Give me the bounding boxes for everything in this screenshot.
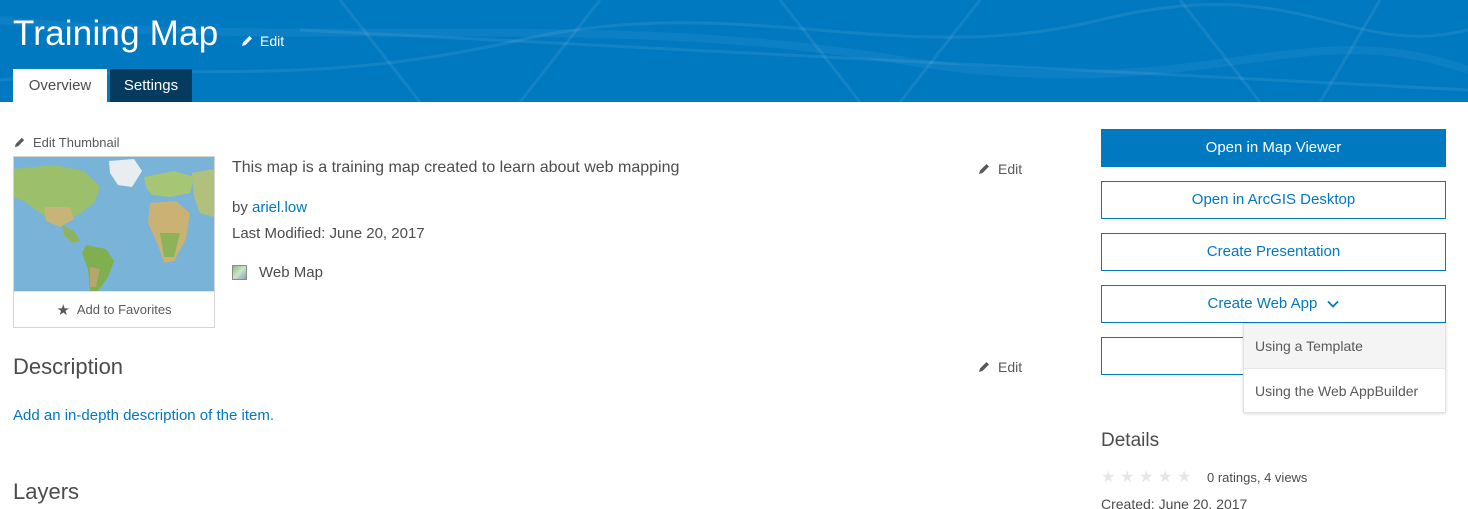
add-description-link[interactable]: Add an in-depth description of the item.	[13, 407, 274, 424]
description-edit-label: Edit	[998, 359, 1023, 375]
add-to-favorites-label: Add to Favorites	[76, 302, 172, 317]
thumbnail-card: ★ Add to Favorites	[13, 156, 215, 328]
add-to-favorites-button[interactable]: ★ Add to Favorites	[14, 291, 214, 327]
menu-item-using-template[interactable]: Using a Template	[1244, 324, 1445, 369]
details-heading: Details	[1101, 430, 1160, 451]
item-type: Web Map	[232, 264, 323, 281]
pencil-icon	[242, 36, 252, 46]
star-icon: ★	[56, 301, 70, 319]
page-header: Training Map Edit Overview Settings	[0, 0, 1468, 102]
edit-thumbnail-button[interactable]: Edit Thumbnail	[13, 135, 119, 150]
tab-settings[interactable]: Settings	[110, 69, 192, 102]
web-map-icon	[232, 265, 247, 280]
owner-byline: by ariel.low	[232, 199, 307, 216]
layers-heading: Layers	[13, 479, 80, 504]
map-thumbnail-image	[14, 157, 214, 291]
header-map-background	[0, 0, 1468, 102]
pencil-icon	[14, 137, 25, 148]
menu-item-using-web-appbuilder[interactable]: Using the Web AppBuilder	[1244, 369, 1445, 414]
chevron-down-icon	[1327, 300, 1340, 308]
open-in-map-viewer-button[interactable]: Open in Map Viewer	[1101, 129, 1446, 167]
create-presentation-button[interactable]: Create Presentation	[1101, 233, 1446, 271]
edit-thumbnail-label: Edit Thumbnail	[33, 135, 120, 150]
tab-overview[interactable]: Overview	[13, 69, 107, 102]
last-modified: Last Modified: June 20, 2017	[232, 225, 425, 242]
rating-summary: 0 ratings, 4 views	[1207, 470, 1308, 485]
description-heading: Description	[13, 354, 124, 379]
create-web-app-button[interactable]: Create Web App	[1101, 285, 1446, 323]
create-web-app-menu: Using a Template Using the Web AppBuilde…	[1243, 323, 1446, 413]
description-edit-button[interactable]: Edit	[977, 359, 1022, 375]
create-web-app-label: Create Web App	[1207, 295, 1318, 312]
rating-star-icon[interactable]: ★	[1139, 470, 1154, 486]
pencil-icon	[979, 362, 989, 372]
summary-edit-label: Edit	[998, 161, 1023, 177]
byline-prefix: by	[232, 199, 248, 216]
open-in-arcgis-desktop-button[interactable]: Open in ArcGIS Desktop	[1101, 181, 1446, 219]
created-date: Created: June 20, 2017	[1101, 496, 1248, 509]
rating-star-icon[interactable]: ★	[1158, 470, 1173, 486]
rating-star-icon[interactable]: ★	[1120, 470, 1135, 486]
summary-edit-button[interactable]: Edit	[977, 161, 1022, 177]
rating-star-icon[interactable]: ★	[1101, 470, 1116, 486]
owner-link[interactable]: ariel.low	[252, 199, 307, 216]
title-edit-button[interactable]: Edit	[240, 33, 284, 49]
rating-star-icon[interactable]: ★	[1177, 470, 1192, 486]
rating-row: ★ ★ ★ ★ ★ 0 ratings, 4 views	[1101, 470, 1308, 486]
page-title: Training Map	[13, 14, 219, 53]
item-summary: This map is a training map created to le…	[232, 159, 680, 176]
item-type-label: Web Map	[259, 264, 323, 281]
title-edit-label: Edit	[260, 33, 285, 49]
pencil-icon	[979, 164, 989, 174]
